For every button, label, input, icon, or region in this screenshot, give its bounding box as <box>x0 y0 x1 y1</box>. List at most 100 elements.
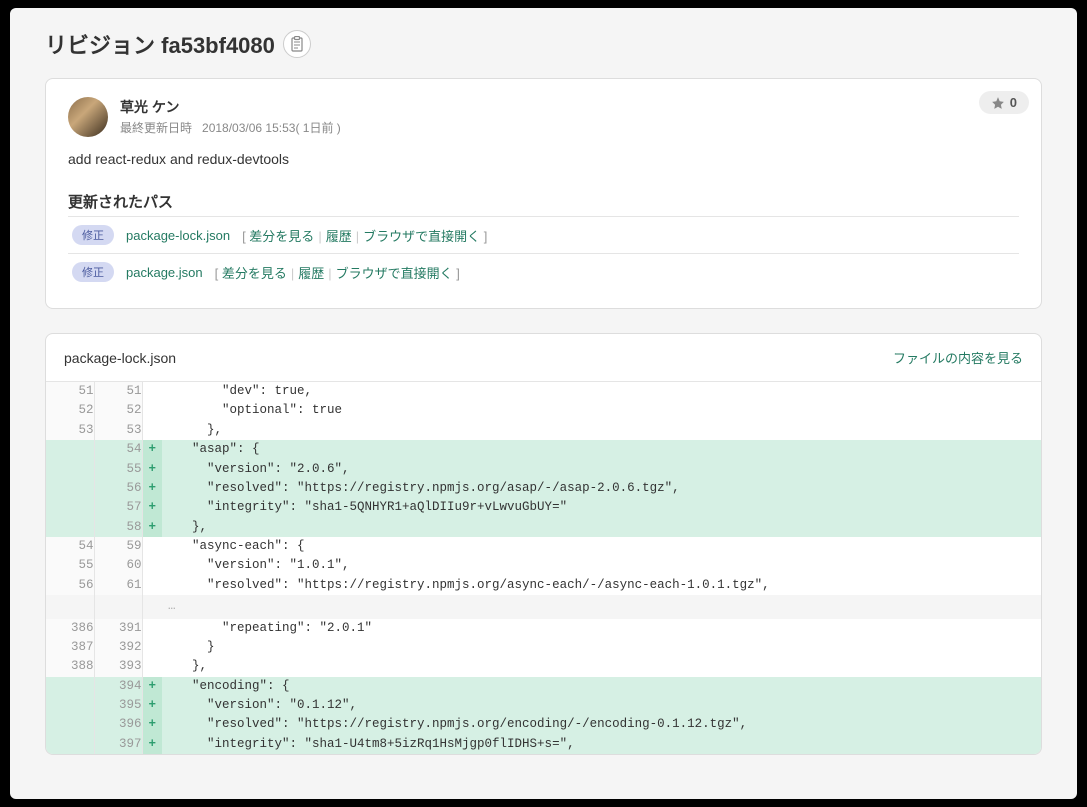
path-name[interactable]: package.json <box>126 265 203 280</box>
diff-card: package-lock.json ファイルの内容を見る 5151 "dev":… <box>45 333 1042 755</box>
diff-link[interactable]: 差分を見る <box>249 229 314 244</box>
diff-line: 394+ "encoding": { <box>46 677 1041 696</box>
diff-line: 387392 } <box>46 638 1041 657</box>
code-line: }, <box>162 421 1041 440</box>
diff-mark: + <box>142 498 162 517</box>
old-line-number <box>46 498 94 517</box>
new-line-number: 57 <box>94 498 142 517</box>
diff-mark: + <box>142 460 162 479</box>
path-row: 修正 package.json [ 差分を見る|履歴|ブラウザで直接開く ] <box>68 254 1019 290</box>
paths-heading: 更新されたパス <box>68 191 1019 212</box>
new-line-number: 54 <box>94 440 142 459</box>
history-link[interactable]: 履歴 <box>326 229 352 244</box>
revision-title: リビジョン fa53bf4080 <box>45 28 275 60</box>
path-actions: [ 差分を見る|履歴|ブラウザで直接開く ] <box>215 263 460 282</box>
diff-line: 5459 "async-each": { <box>46 537 1041 556</box>
diff-line: 386391 "repeating": "2.0.1" <box>46 619 1041 638</box>
path-list: 修正 package-lock.json [ 差分を見る|履歴|ブラウザで直接開く … <box>68 216 1019 290</box>
diff-line: 5151 "dev": true, <box>46 382 1041 401</box>
browser-link[interactable]: ブラウザで直接開く <box>336 266 453 281</box>
diff-line: 397+ "integrity": "sha1-U4tm8+5izRq1HsMj… <box>46 735 1041 754</box>
diff-link[interactable]: 差分を見る <box>222 266 287 281</box>
code-line: "integrity": "sha1-5QNHYR1+aQlDIIu9r+vLw… <box>162 498 1041 517</box>
history-link[interactable]: 履歴 <box>298 266 324 281</box>
diff-line: 5353 }, <box>46 421 1041 440</box>
revision-prefix: リビジョン <box>45 33 155 58</box>
code-line: }, <box>162 518 1041 537</box>
old-line-number <box>46 479 94 498</box>
diff-line: 388393 }, <box>46 657 1041 676</box>
old-line-number: 51 <box>46 382 94 401</box>
avatar <box>68 97 108 137</box>
revision-header: リビジョン fa53bf4080 <box>45 28 1042 60</box>
commit-message: add react-redux and redux-devtools <box>68 151 1019 167</box>
star-icon <box>991 96 1005 110</box>
new-line-number: 52 <box>94 401 142 420</box>
old-line-number <box>46 460 94 479</box>
star-badge[interactable]: 0 <box>979 91 1029 114</box>
new-line-number: 397 <box>94 735 142 754</box>
path-actions: [ 差分を見る|履歴|ブラウザで直接開く ] <box>242 226 487 245</box>
new-line-number: 51 <box>94 382 142 401</box>
old-line-number: 55 <box>46 556 94 575</box>
diff-mark <box>142 537 162 556</box>
old-line-number <box>46 518 94 537</box>
diff-mark: + <box>142 479 162 498</box>
new-line-number: 55 <box>94 460 142 479</box>
revision-hash: fa53bf4080 <box>161 33 275 58</box>
path-row: 修正 package-lock.json [ 差分を見る|履歴|ブラウザで直接開く … <box>68 217 1019 254</box>
diff-mark <box>142 619 162 638</box>
new-line-number: 60 <box>94 556 142 575</box>
code-line: "optional": true <box>162 401 1041 420</box>
old-line-number <box>46 440 94 459</box>
diff-line: 57+ "integrity": "sha1-5QNHYR1+aQlDIIu9r… <box>46 498 1041 517</box>
new-line-number: 394 <box>94 677 142 696</box>
diff-mark: + <box>142 696 162 715</box>
author-date: 最終更新日時 2018/03/06 15:53( 1日前 ) <box>120 119 341 136</box>
diff-line: 395+ "version": "0.1.12", <box>46 696 1041 715</box>
old-line-number: 54 <box>46 537 94 556</box>
view-file-link[interactable]: ファイルの内容を見る <box>893 348 1023 367</box>
diff-mark: + <box>142 715 162 734</box>
diff-gap-row: … <box>46 595 1041 618</box>
new-line-number: 59 <box>94 537 142 556</box>
diff-mark: + <box>142 440 162 459</box>
author-name: 草光 ケン <box>120 97 341 117</box>
date-label: 最終更新日時 <box>120 121 192 135</box>
diff-mark <box>142 382 162 401</box>
diff-line: 58+ }, <box>46 518 1041 537</box>
mod-badge: 修正 <box>72 225 114 245</box>
code-line: "version": "1.0.1", <box>162 556 1041 575</box>
old-line-number: 56 <box>46 576 94 595</box>
mod-badge: 修正 <box>72 262 114 282</box>
star-count: 0 <box>1010 95 1017 110</box>
diff-mark <box>142 401 162 420</box>
code-line: "encoding": { <box>162 677 1041 696</box>
code-line: "version": "0.1.12", <box>162 696 1041 715</box>
diff-line: 5252 "optional": true <box>46 401 1041 420</box>
new-line-number: 396 <box>94 715 142 734</box>
diff-line: 396+ "resolved": "https://registry.npmjs… <box>46 715 1041 734</box>
copy-revision-button[interactable] <box>283 30 311 58</box>
code-line: }, <box>162 657 1041 676</box>
new-line-number: 58 <box>94 518 142 537</box>
code-line: "resolved": "https://registry.npmjs.org/… <box>162 715 1041 734</box>
old-line-number: 53 <box>46 421 94 440</box>
diff-line: 54+ "asap": { <box>46 440 1041 459</box>
old-line-number <box>46 735 94 754</box>
new-line-number: 395 <box>94 696 142 715</box>
new-line-number: 393 <box>94 657 142 676</box>
revision-meta-card: 0 草光 ケン 最終更新日時 2018/03/06 15:53( 1日前 ) a… <box>45 78 1042 309</box>
diff-table: 5151 "dev": true,5252 "optional": true53… <box>46 382 1041 754</box>
new-line-number: 392 <box>94 638 142 657</box>
date-value: 2018/03/06 15:53( 1日前 ) <box>202 121 341 135</box>
diff-mark <box>142 657 162 676</box>
old-line-number: 386 <box>46 619 94 638</box>
code-line: } <box>162 638 1041 657</box>
code-line: "asap": { <box>162 440 1041 459</box>
diff-mark: + <box>142 518 162 537</box>
code-line: "integrity": "sha1-U4tm8+5izRq1HsMjgp0fl… <box>162 735 1041 754</box>
path-name[interactable]: package-lock.json <box>126 228 230 243</box>
code-line: "dev": true, <box>162 382 1041 401</box>
browser-link[interactable]: ブラウザで直接開く <box>363 229 480 244</box>
